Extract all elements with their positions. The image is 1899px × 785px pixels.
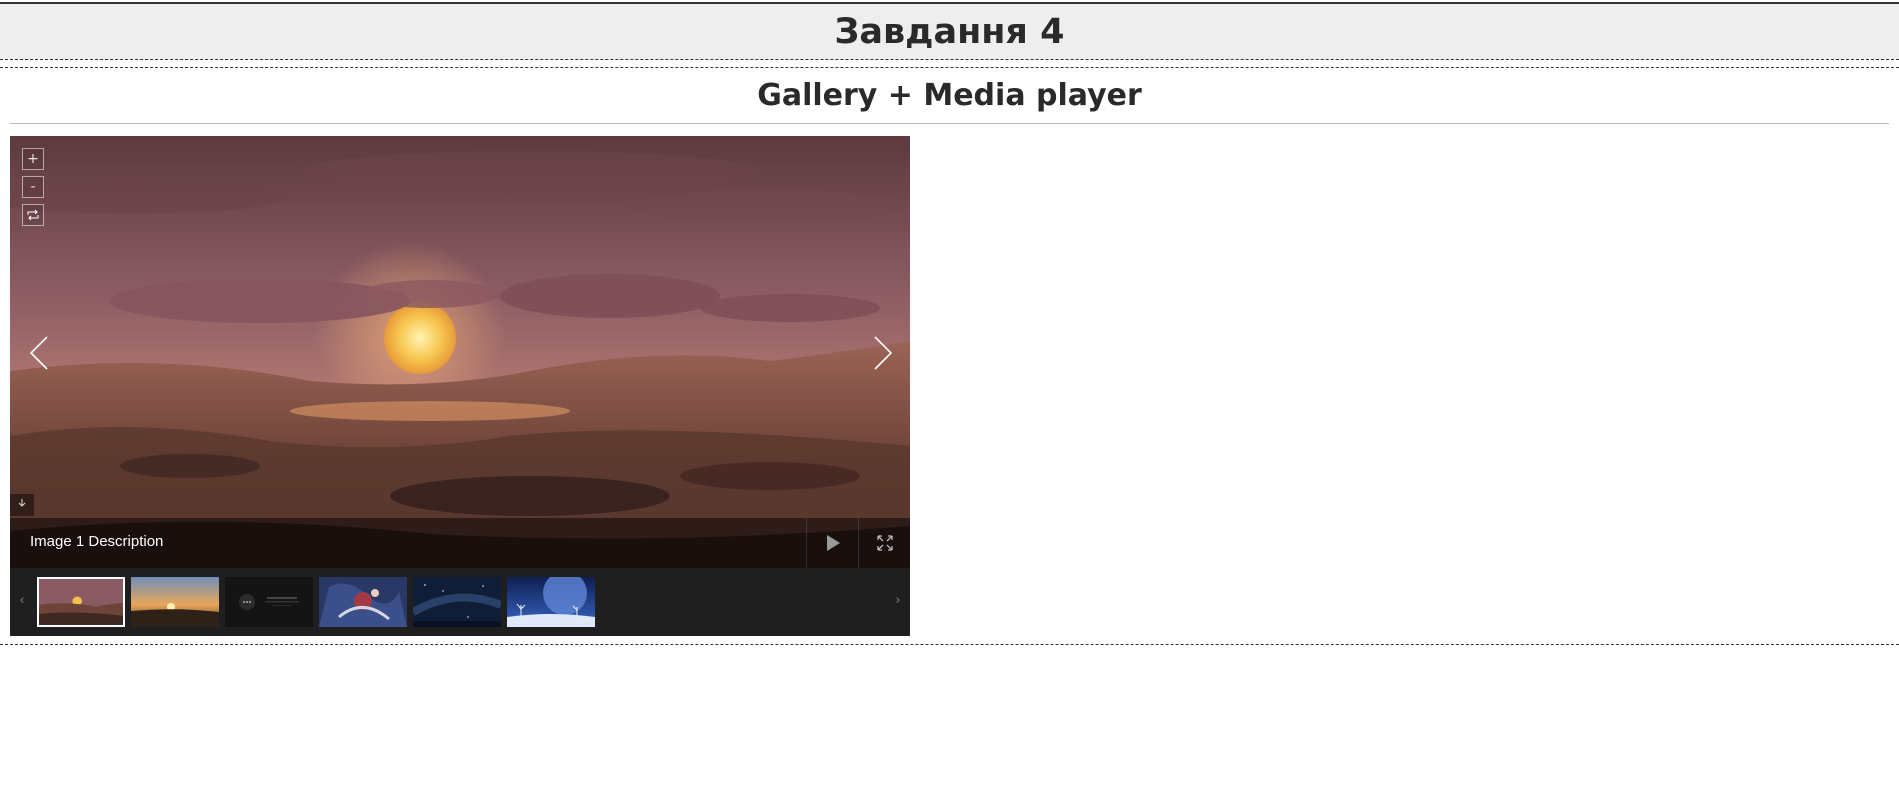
rotate-icon bbox=[27, 209, 39, 221]
thumbnail-image bbox=[507, 577, 595, 627]
thumbnail-1[interactable] bbox=[37, 577, 125, 627]
download-button[interactable] bbox=[10, 494, 34, 516]
next-image-button[interactable] bbox=[871, 333, 895, 373]
image-caption: Image 1 Description bbox=[30, 533, 164, 550]
thumbnail-image bbox=[225, 577, 313, 627]
zoom-out-button[interactable]: - bbox=[22, 176, 44, 198]
thumbnail-image bbox=[131, 577, 219, 627]
gallery: + - Image 1 Description ‹ › bbox=[10, 136, 910, 636]
thumbnail-2[interactable] bbox=[131, 577, 219, 627]
section-heading: Gallery + Media player bbox=[10, 68, 1889, 124]
thumbnail-image bbox=[319, 577, 407, 627]
gallery-section: Gallery + Media player + - Image 1 Descr… bbox=[0, 67, 1899, 645]
thumbnail-image bbox=[413, 577, 501, 627]
page-title: Завдання 4 bbox=[834, 11, 1065, 52]
main-image bbox=[10, 136, 910, 568]
thumbnail-image bbox=[39, 579, 123, 625]
page-header: Завдання 4 bbox=[0, 4, 1899, 60]
zoom-in-button[interactable]: + bbox=[22, 148, 44, 170]
rotate-button[interactable] bbox=[22, 204, 44, 226]
fullscreen-button[interactable] bbox=[858, 518, 910, 568]
thumbnails-next-button[interactable]: › bbox=[892, 592, 904, 610]
gallery-stage: + - Image 1 Description bbox=[10, 136, 910, 568]
prev-image-button[interactable] bbox=[27, 333, 51, 373]
chevron-right-icon bbox=[874, 336, 893, 370]
thumbnails-prev-button[interactable]: ‹ bbox=[16, 592, 28, 610]
thumbnail-3[interactable] bbox=[225, 577, 313, 627]
play-icon bbox=[827, 535, 840, 551]
thumbnail-6[interactable] bbox=[507, 577, 595, 627]
thumbnail-5[interactable] bbox=[413, 577, 501, 627]
chevron-left-icon bbox=[29, 336, 48, 370]
thumbnail-4[interactable] bbox=[319, 577, 407, 627]
thumbnail-strip: ‹ › bbox=[10, 568, 910, 636]
play-button[interactable] bbox=[806, 518, 858, 568]
caption-bar: Image 1 Description bbox=[10, 518, 910, 568]
fullscreen-icon bbox=[877, 535, 893, 551]
download-icon bbox=[18, 499, 26, 507]
